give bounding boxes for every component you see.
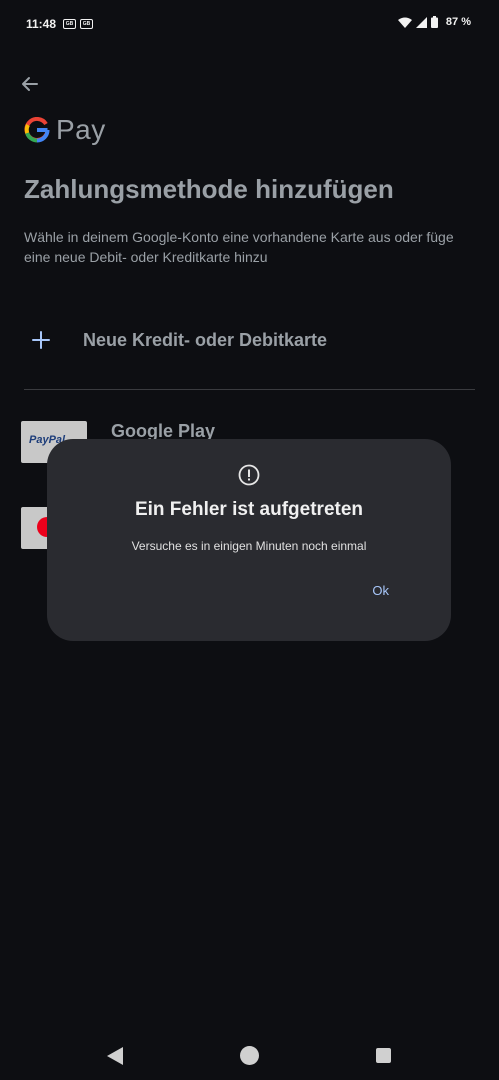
divider: [24, 389, 475, 390]
error-alert-icon: [238, 464, 260, 486]
arrow-back-icon: [22, 77, 38, 91]
gpay-logo: Pay: [24, 114, 106, 146]
notification-badge: GB: [63, 19, 76, 29]
page-subtitle: Wähle in deinem Google-Konto eine vorhan…: [24, 229, 454, 265]
status-time: 11:48: [26, 17, 57, 31]
nav-recents-icon[interactable]: [376, 1048, 391, 1063]
dialog-message: Versuche es in einigen Minuten noch einm…: [131, 539, 367, 553]
battery-icon: [430, 16, 438, 28]
add-card-label: Neue Kredit- oder Debitkarte: [83, 329, 328, 350]
wifi-icon: [397, 17, 412, 28]
battery-percent: 87 %: [445, 16, 471, 28]
signal-icon: [415, 16, 427, 28]
nav-home-icon[interactable]: [240, 1046, 259, 1065]
nav-back-icon[interactable]: [106, 1046, 124, 1066]
error-dialog: Ein Fehler ist aufgetreten Versuche es i…: [47, 439, 451, 641]
notification-badge: GB: [80, 19, 93, 29]
status-bar: 11:48 GB GB 87 %: [0, 0, 499, 48]
page-title: Zahlungsmethode hinzufügen: [24, 174, 394, 204]
google-g-icon: [24, 117, 50, 143]
dialog-title: Ein Fehler ist aufgetreten: [134, 499, 364, 520]
back-button[interactable]: [16, 70, 44, 98]
plus-icon: [24, 323, 58, 357]
ok-button[interactable]: Ok: [372, 583, 389, 598]
add-card-row[interactable]: Neue Kredit- oder Debitkarte: [24, 320, 474, 360]
logo-text: Pay: [56, 114, 106, 145]
navigation-bar: [0, 1032, 499, 1080]
status-icons: 87 %: [397, 16, 471, 28]
